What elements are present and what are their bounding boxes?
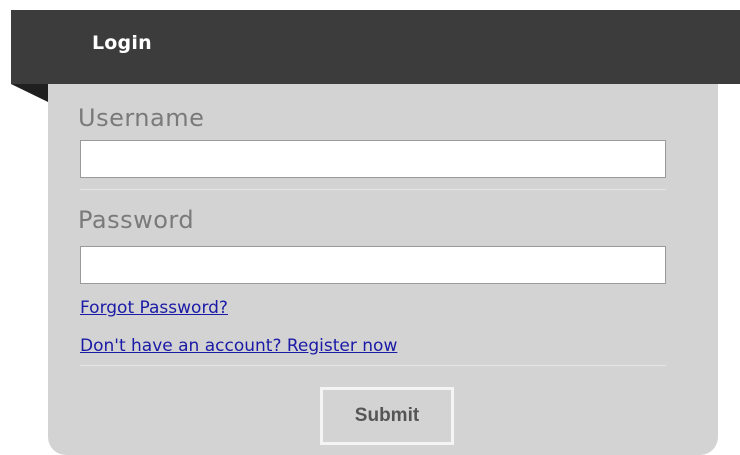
header-fold-decoration — [11, 84, 48, 102]
password-label: Password — [78, 206, 195, 234]
login-title: Login — [92, 32, 152, 54]
password-input[interactable] — [80, 246, 666, 284]
divider — [80, 189, 666, 190]
forgot-password-link[interactable]: Forgot Password? — [80, 298, 228, 318]
login-header: Login — [11, 10, 740, 84]
username-label: Username — [78, 104, 205, 132]
login-form: Username Password Forgot Password? Don't… — [48, 84, 718, 455]
submit-button[interactable]: Submit — [320, 387, 454, 445]
divider — [80, 365, 666, 366]
register-link[interactable]: Don't have an account? Register now — [80, 336, 397, 356]
login-page: Login Username Password Forgot Password?… — [0, 0, 740, 455]
username-input[interactable] — [80, 140, 666, 178]
